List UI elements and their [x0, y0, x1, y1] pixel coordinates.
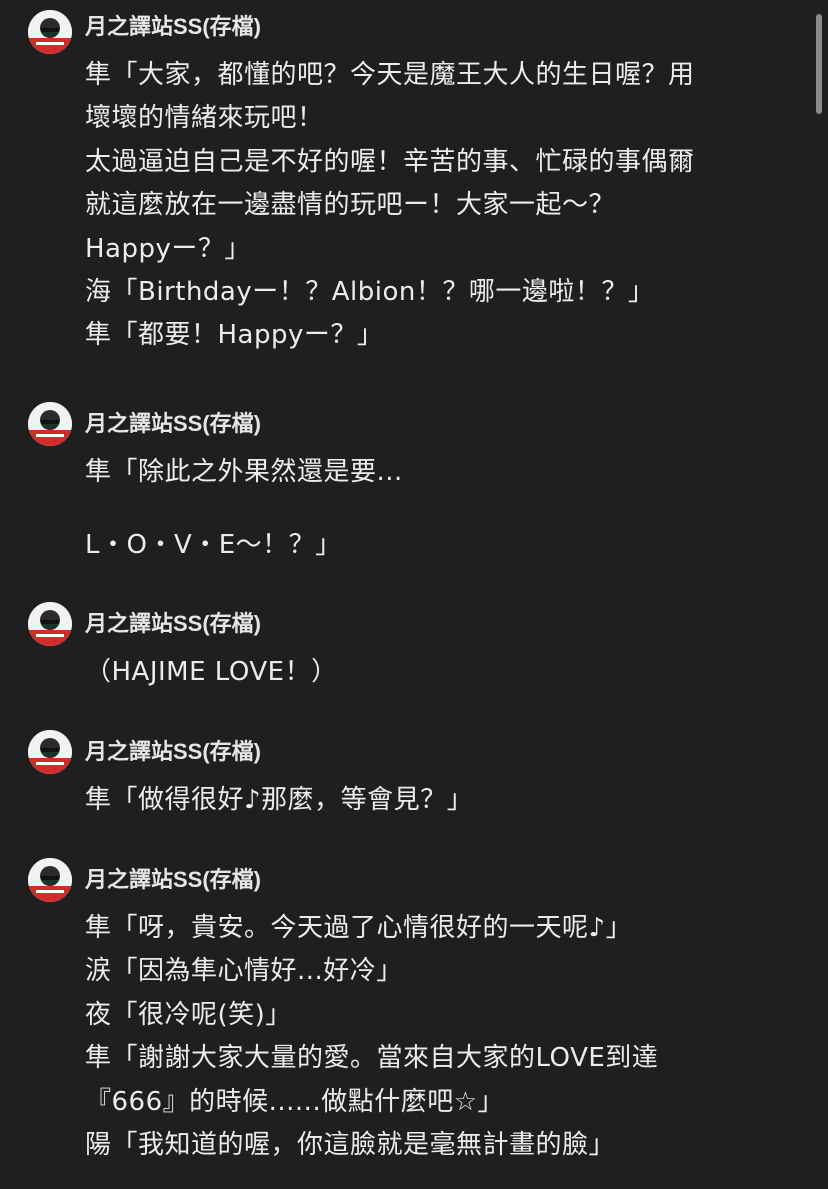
post-body: 隼「除此之外果然還是要... L・O・V・E～！？」 [85, 451, 828, 568]
message-line: 隼「做得很好♪那麼，等會見？」 [85, 785, 474, 815]
scrollbar[interactable] [816, 14, 822, 114]
message-line: 隼「謝謝大家大量的愛。當來自大家的LOVE到達 [85, 1043, 659, 1074]
post: 月之譯站SS(存檔) 隼「呀，貴安。今天過了心情很好的一天呢♪」 涙「因為隼心情… [0, 858, 828, 1167]
user-avatar-icon[interactable] [28, 402, 72, 446]
post-body: 隼「做得很好♪那麼，等會見？」 [85, 779, 828, 822]
message-line: 隼「大家，都懂的吧？今天是魔王大人的生日喔？用 [85, 60, 695, 90]
post-body: （HAJIME LOVE！） [85, 651, 828, 694]
message-line: L・O・V・E～！？」 [85, 530, 342, 561]
post-author[interactable]: 月之譯站SS(存檔) [85, 609, 828, 639]
message-line: 隼「除此之外果然還是要... [85, 457, 403, 487]
message-line: 涙「因為隼心情好...好冷」 [85, 956, 403, 987]
post-body: 隼「大家，都懂的吧？今天是魔王大人的生日喔？用 壞壞的情緒來玩吧！ 太過逼迫自己… [85, 54, 828, 358]
user-avatar-icon[interactable] [28, 10, 72, 54]
message-line: 『666』的時候......做點什麼吧☆」 [85, 1086, 505, 1117]
post: 月之譯站SS(存檔) 隼「做得很好♪那麼，等會見？」 [0, 730, 828, 822]
post: 月之譯站SS(存檔) （HAJIME LOVE！） [0, 602, 828, 694]
post-author[interactable]: 月之譯站SS(存檔) [85, 12, 828, 42]
message-line [85, 494, 828, 524]
message-line: 隼「都要！Happyー？」 [85, 320, 384, 351]
post-body: 隼「呀，貴安。今天過了心情很好的一天呢♪」 涙「因為隼心情好...好冷」 夜「很… [85, 907, 828, 1167]
message-line: 隼「呀，貴安。今天過了心情很好的一天呢♪」 [85, 913, 633, 943]
post-author[interactable]: 月之譯站SS(存檔) [85, 737, 828, 767]
message-line: 太過逼迫自己是不好的喔！辛苦的事、忙碌的事偶爾 [85, 146, 695, 177]
message-line: Happyー？」 [85, 233, 251, 264]
post-author[interactable]: 月之譯站SS(存檔) [85, 865, 828, 895]
message-line: （HAJIME LOVE！） [85, 657, 338, 687]
user-avatar-icon[interactable] [28, 730, 72, 774]
message-line: 海「Birthdayー！？Albion！？哪一邊啦！？」 [85, 277, 655, 308]
message-line: 陽「我知道的喔，你這臉就是毫無計畫的臉」 [85, 1130, 616, 1161]
message-line: 壞壞的情緒來玩吧！ [85, 103, 324, 134]
post-author[interactable]: 月之譯站SS(存檔) [85, 409, 828, 439]
user-avatar-icon[interactable] [28, 602, 72, 646]
user-avatar-icon[interactable] [28, 858, 72, 902]
message-line: 夜「很冷呢(笑)」 [85, 999, 292, 1030]
post: 月之譯站SS(存檔) 隼「大家，都懂的吧？今天是魔王大人的生日喔？用 壞壞的情緒… [0, 10, 828, 358]
message-line: 就這麼放在一邊盡情的玩吧ー！大家一起～？ [85, 190, 616, 221]
post: 月之譯站SS(存檔) 隼「除此之外果然還是要... L・O・V・E～！？」 [0, 402, 828, 568]
